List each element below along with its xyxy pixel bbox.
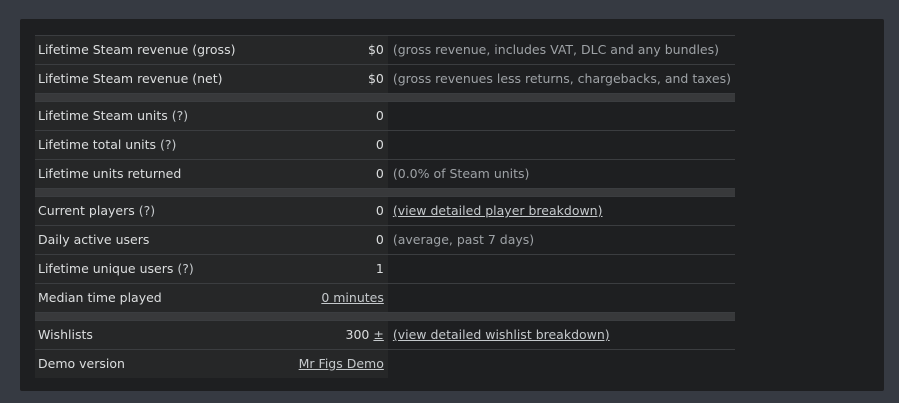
row-note: (average, past 7 days) [387,225,735,255]
table-row: Current players (?) 0 (view detailed pla… [35,196,735,226]
row-note: (gross revenues less returns, chargeback… [387,64,735,94]
help-tooltip-icon[interactable]: (?) [177,261,193,276]
table-row: Wishlists 300 ± (view detailed wishlist … [35,320,735,350]
table-row: Lifetime unique users (?) 1 [35,254,735,284]
row-label: Lifetime total units (?) [35,130,296,160]
section-divider [35,312,735,321]
table-row: Demo version Mr Figs Demo [35,349,735,378]
table-row: Median time played 0 minutes [35,283,735,313]
row-value: $0 [295,35,388,65]
section-divider [35,188,735,197]
help-tooltip-icon[interactable]: (?) [160,137,176,152]
row-value: 300 [345,327,370,342]
row-label: Lifetime Steam revenue (gross) [35,35,296,65]
row-note: (0.0% of Steam units) [387,159,735,189]
row-label: Lifetime units returned [35,159,296,189]
player-breakdown-link[interactable]: (view detailed player breakdown) [393,203,603,218]
row-label: Demo version [35,349,296,378]
row-label: Wishlists [35,320,296,350]
section-divider [35,93,735,102]
row-value: 0 [295,196,388,226]
row-value: 0 [295,225,388,255]
row-value: 0 [295,159,388,189]
row-value: 0 [295,130,388,160]
row-value: 1 [295,254,388,284]
wishlist-breakdown-link[interactable]: (view detailed wishlist breakdown) [393,327,610,342]
median-time-link[interactable]: 0 minutes [321,290,384,305]
table-row: Lifetime Steam units (?) 0 [35,101,735,131]
wishlist-adjust-link[interactable]: ± [373,327,383,342]
table-row: Daily active users 0 (average, past 7 da… [35,225,735,255]
table-row: Lifetime Steam revenue (net) $0 (gross r… [35,64,735,94]
table-row: Lifetime units returned 0 (0.0% of Steam… [35,159,735,189]
row-label: Median time played [35,283,296,313]
demo-version-link[interactable]: Mr Figs Demo [299,356,384,371]
row-value: $0 [295,64,388,94]
row-label: Daily active users [35,225,296,255]
table-row: Lifetime Steam revenue (gross) $0 (gross… [35,35,735,65]
row-label: Lifetime Steam revenue (net) [35,64,296,94]
help-tooltip-icon[interactable]: (?) [139,203,155,218]
row-label: Lifetime unique users (?) [35,254,296,284]
row-note: (gross revenue, includes VAT, DLC and an… [387,35,735,65]
row-label: Lifetime Steam units (?) [35,101,296,131]
table-row: Lifetime total units (?) 0 [35,130,735,160]
lifetime-stats-table: Lifetime Steam revenue (gross) $0 (gross… [35,35,735,378]
help-tooltip-icon[interactable]: (?) [172,108,188,123]
row-label: Current players (?) [35,196,296,226]
stats-panel: Lifetime Steam revenue (gross) $0 (gross… [20,19,884,391]
row-value: 0 [295,101,388,131]
